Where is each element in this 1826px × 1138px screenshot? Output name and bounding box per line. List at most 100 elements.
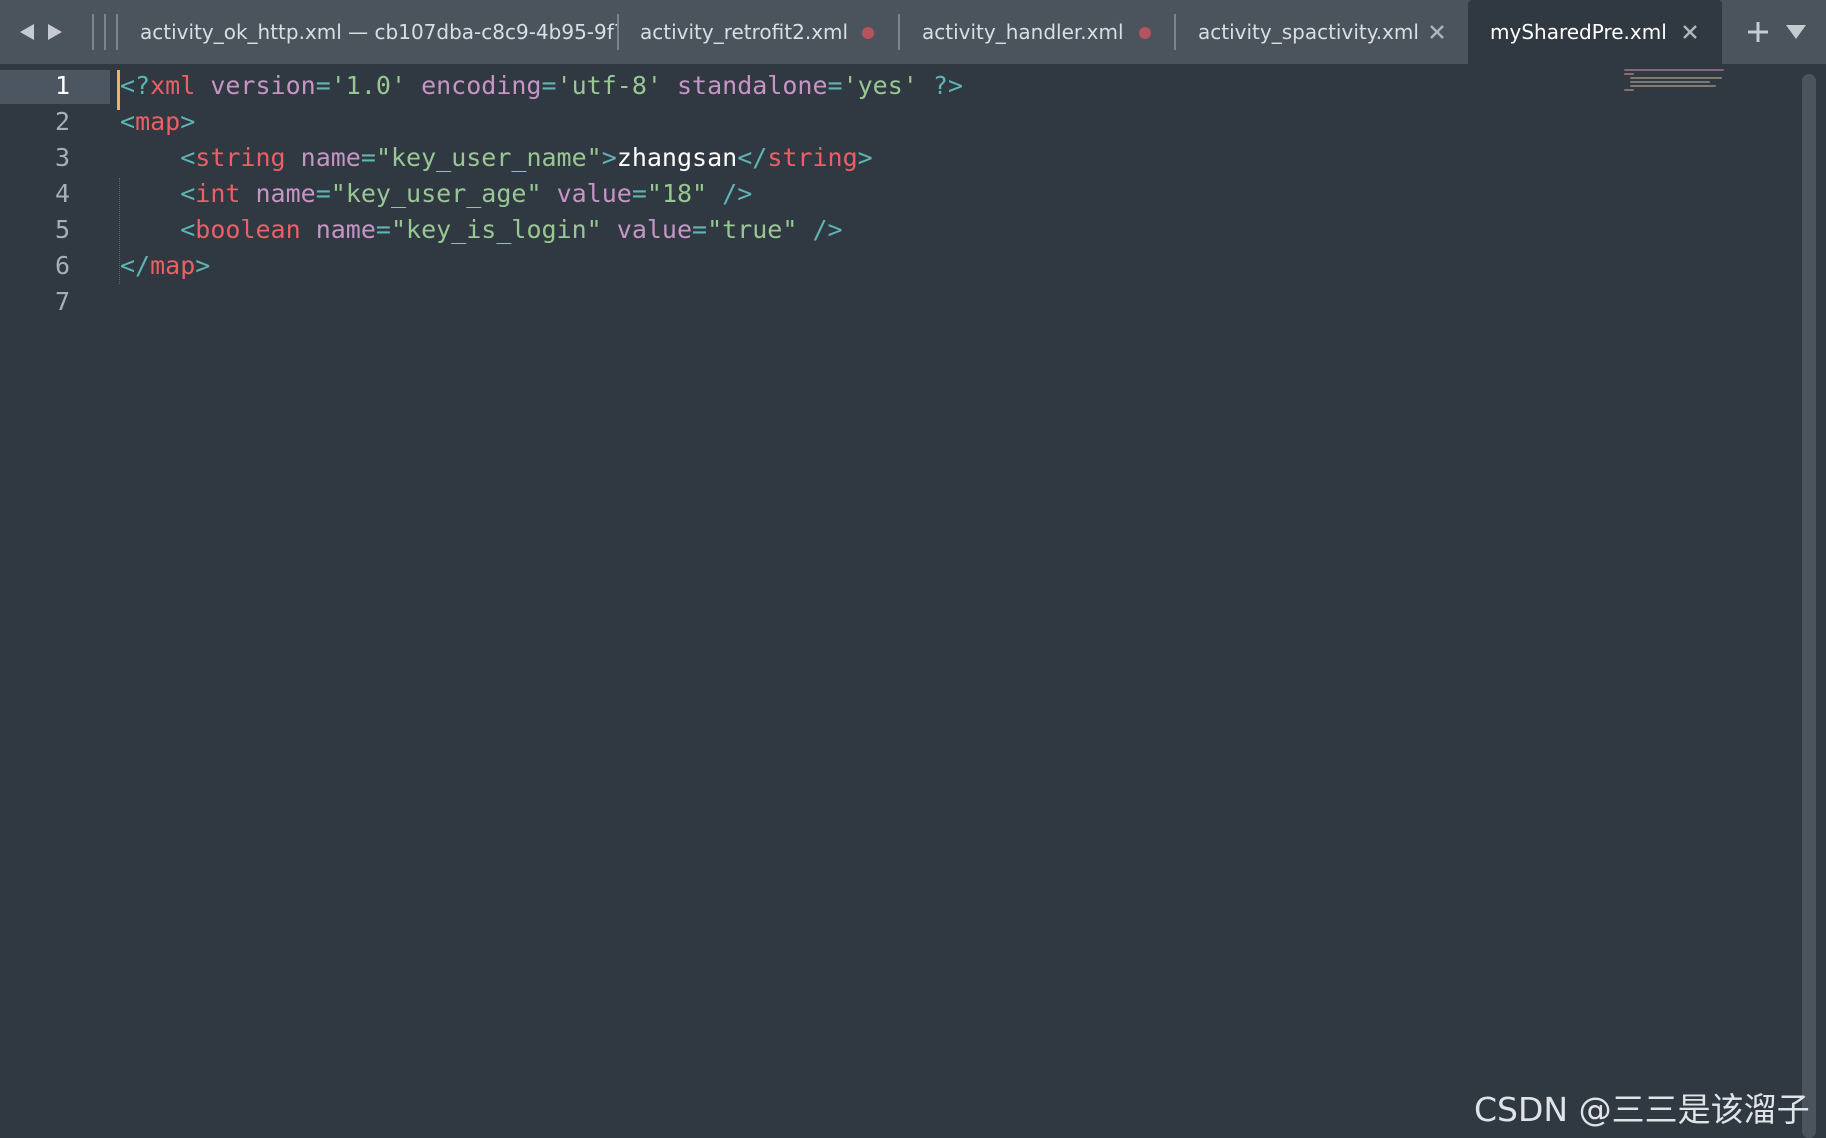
code-token: encoding	[421, 71, 542, 100]
code-token: int	[195, 179, 241, 208]
triangle-right-icon	[48, 24, 62, 40]
triangle-down-icon	[1786, 25, 1806, 39]
watermark-text: CSDN @三三是该溜子	[1474, 1090, 1810, 1129]
code-token: =	[692, 215, 708, 244]
code-line[interactable]: <?xml version='1.0' encoding='utf-8' sta…	[120, 68, 963, 104]
code-token: boolean	[195, 215, 301, 244]
code-token: "key_is_login"	[390, 215, 602, 244]
tab-divider	[617, 14, 619, 50]
code-token: >	[195, 251, 211, 280]
dot-icon[interactable]	[1139, 27, 1151, 39]
code-token: </	[120, 251, 151, 280]
code-token: "true"	[707, 215, 798, 244]
tab-list-button[interactable]	[1784, 22, 1808, 42]
code-token: <	[180, 215, 196, 244]
code-token: />	[812, 215, 843, 244]
code-line[interactable]: <string name="key_user_name">zhangsan</s…	[120, 140, 873, 176]
code-token: xml	[150, 71, 196, 100]
tab-scroll-separator	[92, 14, 118, 50]
code-token: =	[315, 179, 331, 208]
line-number: 3	[54, 143, 70, 172]
tab-divider	[898, 14, 900, 50]
code-token: =	[360, 143, 376, 172]
code-token: </	[737, 143, 768, 172]
code-token: />	[722, 179, 753, 208]
plus-icon	[1748, 22, 1768, 42]
code-token: 'utf-8'	[556, 71, 662, 100]
forward-button[interactable]	[44, 18, 66, 46]
tab-label: activity_spactivity.xml	[1198, 20, 1419, 44]
code-token: map	[135, 107, 181, 136]
code-token: "key_user_name"	[375, 143, 602, 172]
dot-icon[interactable]	[862, 27, 874, 39]
code-token: string	[767, 143, 858, 172]
tab-label: activity_ok_http.xml — cb107dba-c8c9-4b9…	[140, 20, 618, 44]
code-token: =	[315, 71, 331, 100]
code-token: <?	[120, 71, 151, 100]
line-number: 2	[54, 107, 70, 136]
line-number: 7	[54, 287, 70, 316]
code-token: '1.0'	[330, 71, 407, 100]
tab-activity-handler[interactable]: activity_handler.xml	[922, 0, 1152, 64]
text-caret	[117, 70, 120, 110]
code-token: zhangsan	[616, 143, 738, 172]
code-token: value	[556, 179, 632, 208]
line-number: 1	[54, 71, 70, 100]
code-line[interactable]: <boolean name="key_is_login" value="true…	[120, 212, 843, 248]
code-token: >	[601, 143, 617, 172]
code-token: >	[857, 143, 873, 172]
code-token: <	[120, 107, 136, 136]
code-token: string	[195, 143, 286, 172]
code-token: >	[180, 107, 196, 136]
code-line[interactable]: <int name="key_user_age" value="18" />	[120, 176, 752, 212]
code-token: name	[315, 215, 376, 244]
code-token: ?>	[932, 71, 963, 100]
line-number: 4	[54, 179, 70, 208]
minimap[interactable]	[1624, 68, 1734, 98]
tab-label: mySharedPre.xml	[1490, 20, 1667, 44]
new-tab-button[interactable]	[1746, 20, 1770, 44]
tab-bar: activity_ok_http.xml — cb107dba-c8c9-4b9…	[0, 0, 1826, 64]
code-editor[interactable]: 1234567 <?xml version='1.0' encoding='ut…	[0, 64, 1826, 1138]
line-number: 6	[54, 251, 70, 280]
tab-activity-ok-http[interactable]: activity_ok_http.xml — cb107dba-c8c9-4b9…	[140, 0, 618, 64]
code-token: <	[180, 143, 196, 172]
x-icon[interactable]	[1680, 22, 1700, 42]
vertical-scrollbar[interactable]	[1802, 74, 1816, 1138]
line-number-gutter: 1 2 3 4 5 6 7	[0, 64, 110, 1138]
code-token: =	[541, 71, 557, 100]
back-button[interactable]	[16, 18, 38, 46]
tab-activity-retrofit2[interactable]: activity_retrofit2.xml	[640, 0, 880, 64]
code-token: 'yes'	[842, 71, 918, 100]
code-line[interactable]: <map>	[120, 104, 195, 140]
line-number: 5	[54, 215, 70, 244]
tab-label: activity_handler.xml	[922, 20, 1124, 44]
code-token: "18"	[646, 179, 708, 208]
code-token: "key_user_age"	[330, 179, 542, 208]
x-icon[interactable]	[1427, 22, 1447, 42]
tab-label: activity_retrofit2.xml	[640, 20, 849, 44]
code-token: <	[180, 179, 196, 208]
code-token: =	[827, 71, 843, 100]
code-line[interactable]: </map>	[120, 248, 210, 284]
code-token: map	[150, 251, 196, 280]
code-token: standalone	[676, 71, 828, 100]
code-token: =	[375, 215, 391, 244]
tab-activity-spactivity[interactable]: activity_spactivity.xml	[1198, 0, 1428, 64]
code-token: name	[300, 143, 361, 172]
code-token: version	[210, 71, 316, 100]
